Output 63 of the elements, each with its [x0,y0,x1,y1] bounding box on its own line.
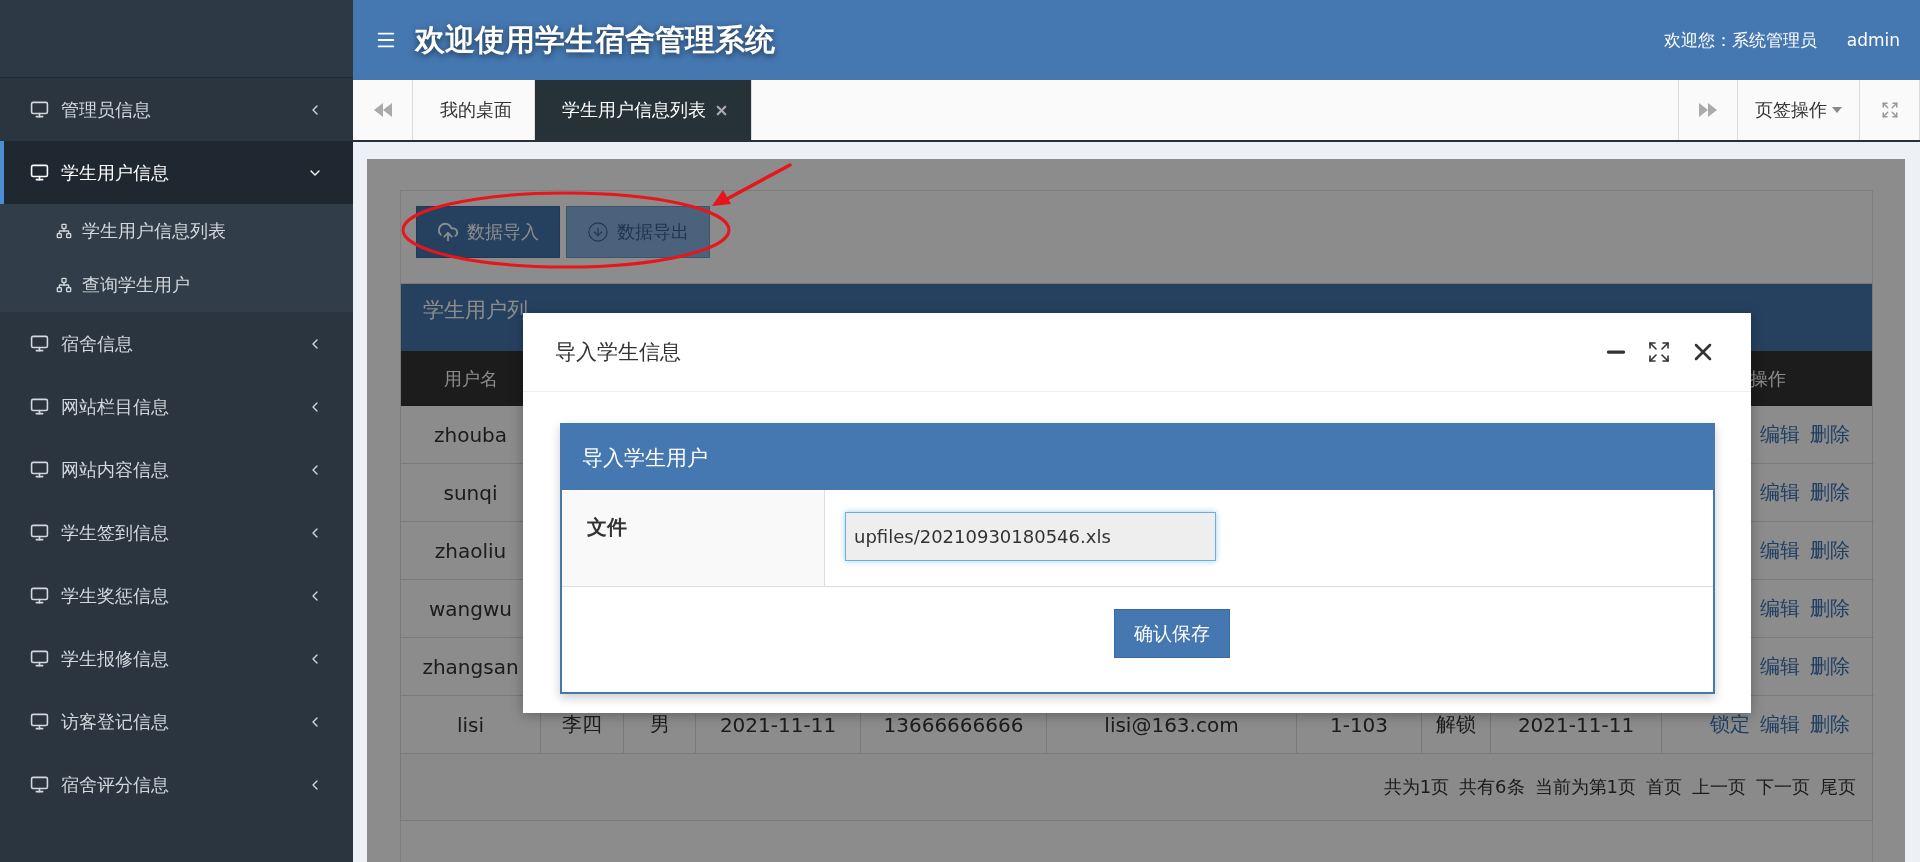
sidebar-item[interactable]: 学生奖惩信息 [0,564,353,627]
sidebar-item[interactable]: 学生报修信息 [0,627,353,690]
column-header: 用户名 [444,366,498,391]
download-circle-icon [587,221,609,243]
page-tab[interactable]: 学生用户信息列表 [535,80,752,140]
caret-icon [1832,107,1842,113]
welcome-text: 欢迎您：系统管理员 [1663,28,1817,52]
sidebar-item[interactable]: 宿舍信息 [0,312,353,375]
sitemap-icon [56,223,72,239]
import-button[interactable]: 数据导入 [416,206,560,258]
action-link[interactable]: 删除 [1810,537,1850,564]
sidebar-item[interactable]: 访客登记信息 [0,690,353,753]
action-link[interactable]: 编辑 [1760,653,1800,680]
sidebar-item[interactable]: 宿舍评分信息 [0,753,353,816]
action-link[interactable]: 删除 [1810,595,1850,622]
pagination-text: 首页 [1646,775,1682,799]
monitor-icon [30,712,49,731]
action-link[interactable]: 编辑 [1760,711,1800,738]
monitor-icon [30,586,49,605]
cloud-upload-icon [437,221,459,243]
monitor-icon [30,523,49,542]
save-button[interactable]: 确认保存 [1114,609,1230,658]
action-link[interactable]: 编辑 [1760,421,1800,448]
action-link[interactable]: 锁定 [1710,711,1750,738]
monitor-icon [30,100,49,119]
backward-icon [373,103,392,117]
pagination-text: 共为1页 [1383,775,1450,799]
pagination-text: 上一页 [1692,775,1746,799]
pagination-text: 共有6条 [1459,775,1525,799]
action-link[interactable]: 编辑 [1760,595,1800,622]
fullscreen-icon [1880,101,1899,119]
sidebar-subitem[interactable]: 查询学生用户 [0,258,353,312]
form-header: 导入学生用户 [562,425,1713,490]
monitor-icon [30,397,49,416]
sitemap-icon [56,277,72,293]
monitor-icon [30,334,49,353]
field-label: 文件 [562,490,825,586]
action-link[interactable]: 删除 [1810,421,1850,448]
file-path-field[interactable]: upfiles/20210930180546.xls [845,512,1216,561]
monitor-icon [30,649,49,668]
action-link[interactable]: 删除 [1810,479,1850,506]
pagination-text: 下一页 [1756,775,1810,799]
forward-icon [1699,103,1717,117]
dialog-title: 导入学生信息 [555,339,682,366]
action-link[interactable]: 编辑 [1760,537,1800,564]
sidebar-item[interactable]: 网站栏目信息 [0,375,353,438]
maximize-icon[interactable] [1647,340,1671,364]
sidebar-item[interactable]: 网站内容信息 [0,438,353,501]
sidebar-item[interactable]: 学生用户信息 [0,141,353,204]
sidebar-item[interactable]: 管理员信息 [0,78,353,141]
sidebar-item[interactable]: 学生签到信息 [0,501,353,564]
pagination-text: 当前为第1页 [1534,775,1636,799]
action-link[interactable]: 删除 [1810,711,1850,738]
app-title: 欢迎使用学生宿舍管理系统 [415,20,776,59]
column-header: 操作 [1750,366,1786,391]
sidebar-subitem[interactable]: 学生用户信息列表 [0,204,353,258]
pagination-text: 尾页 [1820,775,1856,799]
action-link[interactable]: 编辑 [1760,479,1800,506]
monitor-icon [30,775,49,794]
monitor-icon [30,460,49,479]
user-name[interactable]: admin [1846,30,1900,50]
monitor-icon [30,163,49,182]
action-link[interactable]: 删除 [1810,653,1850,680]
